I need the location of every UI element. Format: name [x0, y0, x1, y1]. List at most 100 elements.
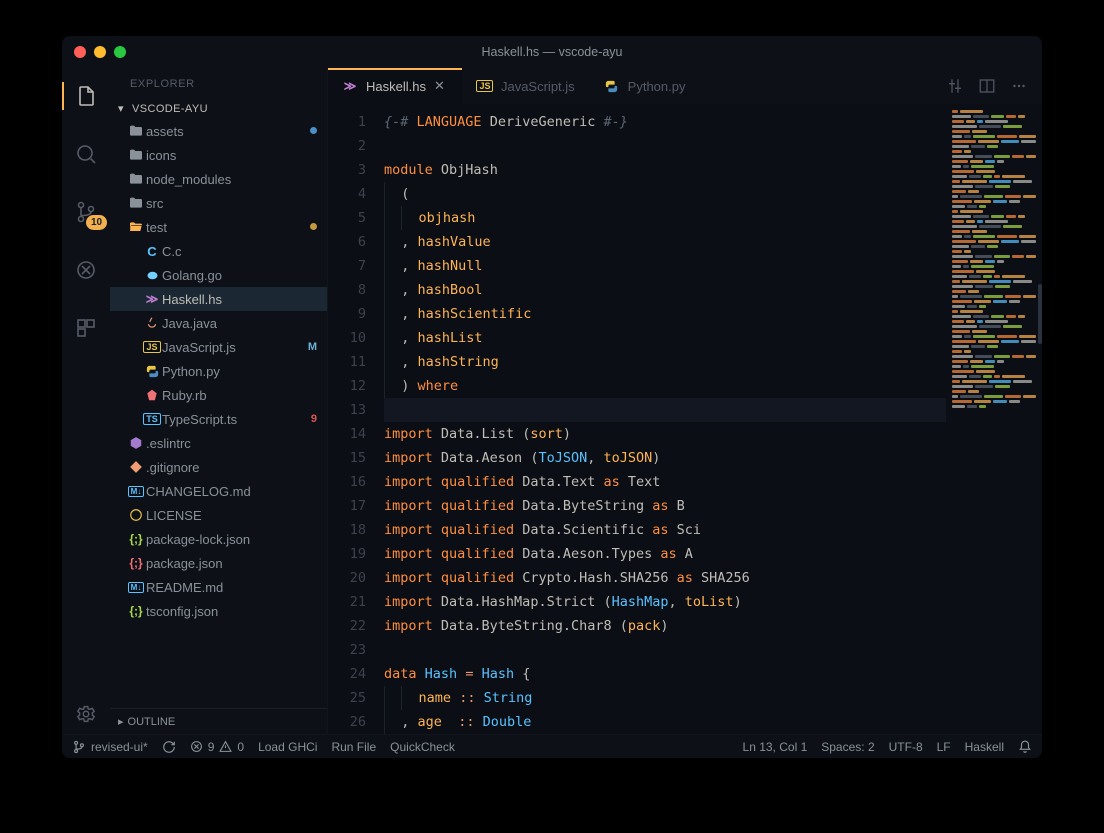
- activity-extensions[interactable]: [62, 308, 110, 348]
- code-line[interactable]: , hashValue: [384, 230, 946, 254]
- code-line[interactable]: ) where: [384, 374, 946, 398]
- minimap-viewport[interactable]: [1038, 284, 1042, 344]
- code-line[interactable]: , hashString: [384, 350, 946, 374]
- tab-label: Python.py: [628, 79, 686, 94]
- folder-icon: [126, 147, 146, 163]
- status-feedback[interactable]: [1018, 740, 1032, 754]
- code-line[interactable]: {-# LANGUAGE DeriveGeneric #-}: [384, 110, 946, 134]
- close-window-button[interactable]: [74, 46, 86, 58]
- minimize-window-button[interactable]: [94, 46, 106, 58]
- code-line[interactable]: [384, 398, 946, 422]
- code-line[interactable]: , age :: Double: [384, 710, 946, 734]
- haskell-icon: ≫: [342, 78, 358, 94]
- file-package-json[interactable]: {;}package.json: [110, 551, 327, 575]
- file-java-java[interactable]: Java.java: [110, 311, 327, 335]
- activity-explorer[interactable]: [62, 76, 110, 116]
- more-actions-icon[interactable]: [1010, 77, 1028, 95]
- file-package-lock-json[interactable]: {;}package-lock.json: [110, 527, 327, 551]
- file--gitignore[interactable]: .gitignore: [110, 455, 327, 479]
- split-editor-icon[interactable]: [978, 77, 996, 95]
- folder-assets[interactable]: assets: [110, 119, 327, 143]
- window-title: Haskell.hs — vscode-ayu: [481, 45, 622, 59]
- code-line[interactable]: module ObjHash: [384, 158, 946, 182]
- status-eol[interactable]: LF: [937, 740, 951, 754]
- file-changelog-md[interactable]: M↓CHANGELOG.md: [110, 479, 327, 503]
- close-icon[interactable]: ✕: [434, 78, 448, 94]
- compare-changes-icon[interactable]: [946, 77, 964, 95]
- status-task-quickcheck[interactable]: QuickCheck: [390, 740, 455, 754]
- file-license[interactable]: LICENSE: [110, 503, 327, 527]
- python-icon: [142, 364, 162, 379]
- file-label: node_modules: [146, 172, 317, 187]
- code-line[interactable]: , hashBool: [384, 278, 946, 302]
- warning-icon: [219, 740, 232, 753]
- code-line[interactable]: import qualified Crypto.Hash.SHA256 as S…: [384, 566, 946, 590]
- status-language[interactable]: Haskell: [965, 740, 1004, 754]
- workspace-header[interactable]: ▾ VSCODE-AYU: [110, 98, 327, 119]
- folder-src[interactable]: src: [110, 191, 327, 215]
- code-line[interactable]: (: [384, 182, 946, 206]
- branch-icon: [72, 740, 86, 754]
- code-line[interactable]: import qualified Data.ByteString as B: [384, 494, 946, 518]
- code-line[interactable]: , hashList: [384, 326, 946, 350]
- code-line[interactable]: [384, 638, 946, 662]
- activity-debug[interactable]: [62, 250, 110, 290]
- error-icon: [190, 740, 203, 753]
- folder-test[interactable]: test: [110, 215, 327, 239]
- status-sync[interactable]: [162, 740, 176, 754]
- tab-haskell-hs[interactable]: ≫Haskell.hs✕: [328, 68, 463, 104]
- file-c-c[interactable]: CC.c: [110, 239, 327, 263]
- code-line[interactable]: import Data.ByteString.Char8 (pack): [384, 614, 946, 638]
- code-line[interactable]: import qualified Data.Text as Text: [384, 470, 946, 494]
- file-label: TypeScript.ts: [162, 412, 307, 427]
- file-tsconfig-json[interactable]: {;}tsconfig.json: [110, 599, 327, 623]
- file-typescript-ts[interactable]: TSTypeScript.ts9: [110, 407, 327, 431]
- file-javascript-js[interactable]: JSJavaScript.jsM: [110, 335, 327, 359]
- activity-scm[interactable]: 10: [62, 192, 110, 232]
- code-line[interactable]: import Data.Aeson (ToJSON, toJSON): [384, 446, 946, 470]
- file-golang-go[interactable]: Golang.go: [110, 263, 327, 287]
- status-task-ghci[interactable]: Load GHCi: [258, 740, 317, 754]
- file-readme-md[interactable]: M↓README.md: [110, 575, 327, 599]
- folder-icons[interactable]: icons: [110, 143, 327, 167]
- titlebar: Haskell.hs — vscode-ayu: [62, 36, 1042, 68]
- file-haskell-hs[interactable]: ≫Haskell.hs: [110, 287, 327, 311]
- tab-javascript-js[interactable]: JSJavaScript.js: [463, 68, 590, 104]
- maximize-window-button[interactable]: [114, 46, 126, 58]
- haskell-icon: ≫: [142, 292, 162, 306]
- code-line[interactable]: , hashNull: [384, 254, 946, 278]
- file-python-py[interactable]: Python.py: [110, 359, 327, 383]
- activity-settings[interactable]: [62, 694, 110, 734]
- file-label: Haskell.hs: [162, 292, 317, 307]
- editor-tabs: ≫Haskell.hs✕JSJavaScript.js Python.py: [328, 68, 1042, 104]
- status-encoding[interactable]: UTF-8: [889, 740, 923, 754]
- file--eslintrc[interactable]: .eslintrc: [110, 431, 327, 455]
- status-problems[interactable]: 9 0: [190, 740, 244, 754]
- code-editor[interactable]: 1234567891011121314151617181920212223242…: [328, 104, 1042, 734]
- file-ruby-rb[interactable]: Ruby.rb: [110, 383, 327, 407]
- status-cursor-position[interactable]: Ln 13, Col 1: [743, 740, 808, 754]
- warning-count: 0: [237, 740, 244, 754]
- folder-node-modules[interactable]: node_modules: [110, 167, 327, 191]
- folder-open-icon: [126, 219, 146, 235]
- files-icon: [74, 84, 98, 108]
- status-branch[interactable]: revised-ui*: [72, 740, 148, 754]
- code-line[interactable]: data Hash = Hash {: [384, 662, 946, 686]
- code-line[interactable]: name :: String: [384, 686, 946, 710]
- status-task-runfile[interactable]: Run File: [331, 740, 376, 754]
- code-content[interactable]: {-# LANGUAGE DeriveGeneric #-} module Obj…: [384, 104, 946, 734]
- code-line[interactable]: import Data.List (sort): [384, 422, 946, 446]
- tab-python-py[interactable]: Python.py: [590, 68, 701, 104]
- code-line[interactable]: import qualified Data.Scientific as Sci: [384, 518, 946, 542]
- gear-icon: [75, 703, 97, 725]
- code-line[interactable]: [384, 134, 946, 158]
- code-line[interactable]: , hashScientific: [384, 302, 946, 326]
- tab-label: JavaScript.js: [501, 79, 575, 94]
- activity-search[interactable]: [62, 134, 110, 174]
- status-indentation[interactable]: Spaces: 2: [821, 740, 874, 754]
- code-line[interactable]: import Data.HashMap.Strict (HashMap, toL…: [384, 590, 946, 614]
- code-line[interactable]: objhash: [384, 206, 946, 230]
- minimap[interactable]: [946, 104, 1042, 734]
- code-line[interactable]: import qualified Data.Aeson.Types as A: [384, 542, 946, 566]
- outline-header[interactable]: ▸ OUTLINE: [110, 708, 327, 734]
